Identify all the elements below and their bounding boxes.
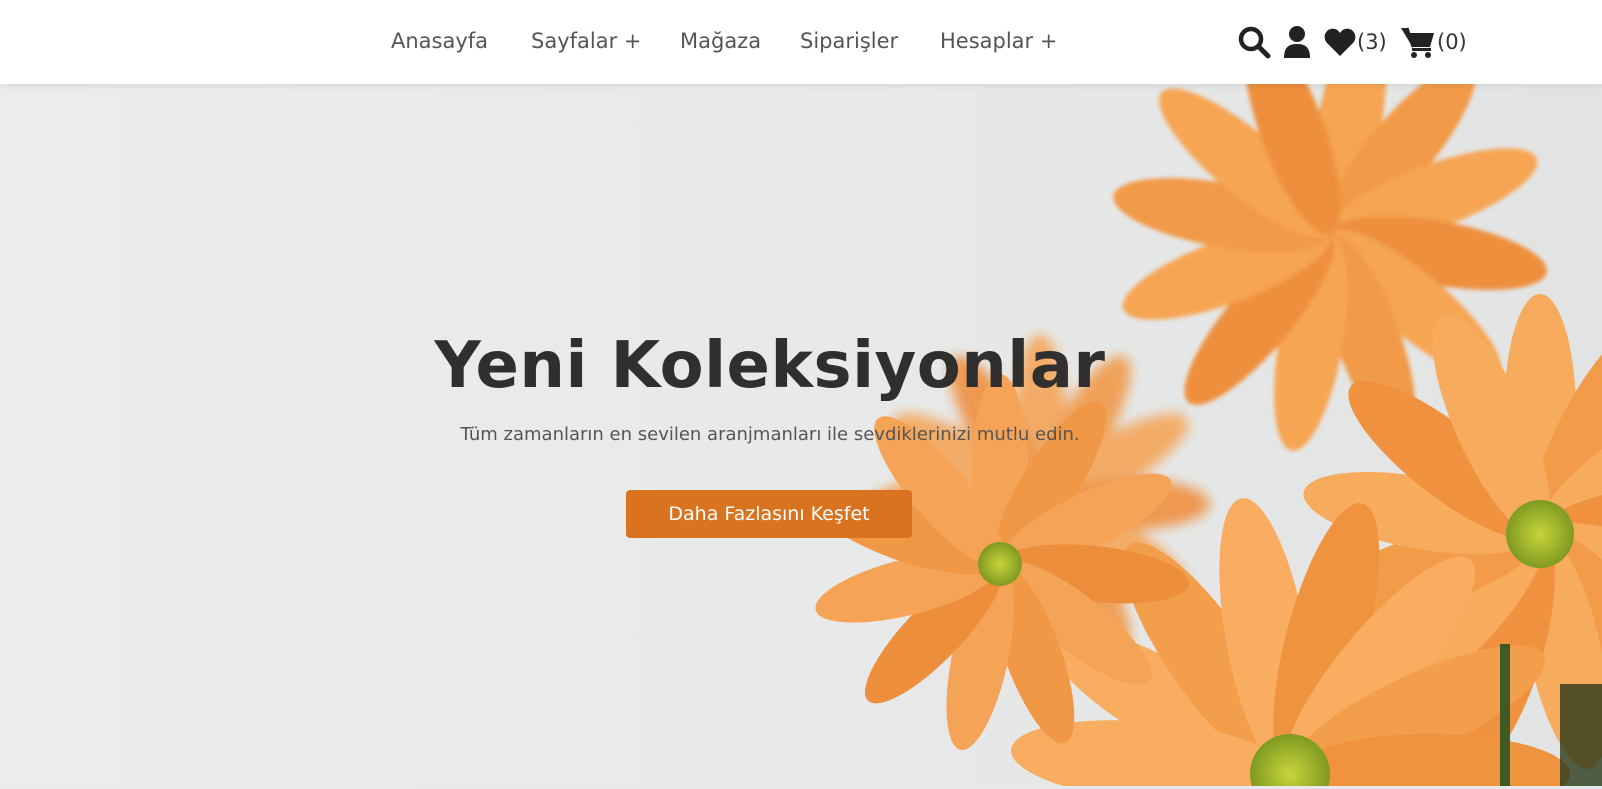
- user-icon: [1284, 26, 1310, 58]
- nav-item-home[interactable]: Anasayfa: [391, 24, 488, 58]
- nav-item-accounts[interactable]: Hesaplar +: [940, 24, 1057, 58]
- explore-more-button[interactable]: Daha Fazlasını Keşfet: [626, 490, 912, 538]
- site-header: Anasayfa Sayfalar + Mağaza Siparişler He…: [0, 0, 1602, 84]
- cart-count: (0): [1437, 30, 1467, 54]
- heart-icon: [1324, 28, 1356, 56]
- wishlist-button[interactable]: (3): [1324, 22, 1387, 62]
- cart-button[interactable]: (0): [1400, 22, 1467, 62]
- cart-icon: [1401, 27, 1434, 58]
- hero-content: Yeni Koleksiyonlar Tüm zamanların en sev…: [0, 84, 1540, 786]
- wishlist-count: (3): [1357, 30, 1387, 54]
- hero-subtitle: Tüm zamanların en sevilen aranjmanları i…: [460, 424, 1080, 445]
- nav-item-pages[interactable]: Sayfalar +: [531, 24, 642, 58]
- account-button[interactable]: [1283, 22, 1311, 62]
- hero-title: Yeni Koleksiyonlar: [434, 329, 1106, 403]
- nav-item-shop[interactable]: Mağaza: [680, 24, 761, 58]
- hero-banner: Yeni Koleksiyonlar Tüm zamanların en sev…: [0, 84, 1602, 786]
- search-button[interactable]: [1237, 22, 1271, 62]
- nav-item-orders[interactable]: Siparişler: [800, 24, 898, 58]
- search-icon: [1238, 26, 1271, 59]
